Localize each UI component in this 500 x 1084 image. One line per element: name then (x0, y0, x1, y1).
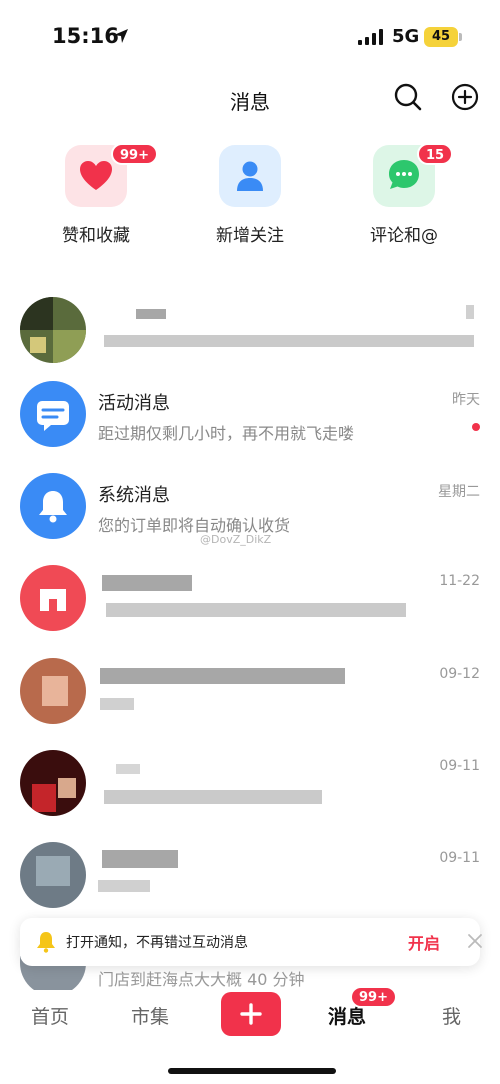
bell-icon (37, 932, 55, 953)
list-item[interactable]: 09-12 (0, 648, 500, 740)
page-title: 消息 (230, 90, 270, 114)
row-time: 昨天 (452, 392, 480, 408)
avatar (20, 750, 86, 816)
network-type: 5G (392, 26, 420, 47)
new-followers-button[interactable]: 新增关注 (185, 143, 315, 253)
redacted-subtitle (106, 603, 406, 617)
row-subtitle: 距过期仅剩几小时，再不用就飞走喽 (98, 424, 355, 443)
tab-market[interactable]: 市集 (131, 1002, 169, 1029)
search-icon[interactable] (393, 82, 423, 112)
avatar (20, 658, 86, 724)
row-title: 系统消息 (98, 485, 170, 506)
plus-icon (240, 1003, 262, 1025)
row-subtitle: 门店到赶海点大大概 40 分钟 (98, 970, 305, 989)
activity-message-icon (20, 381, 86, 447)
comments-and-mentions-button[interactable]: 15 评论和@ (339, 143, 469, 253)
list-item[interactable]: 09-11 (0, 832, 500, 924)
row-time: 09-11 (439, 850, 480, 866)
redacted-subtitle (104, 335, 474, 347)
status-bar: 15:16 5G 45 (0, 0, 500, 70)
redacted-mark (466, 305, 474, 319)
notification-prompt-text: 打开通知，不再错过互动消息 (66, 935, 248, 951)
location-arrow-icon (114, 29, 128, 43)
avatar (20, 842, 86, 908)
person-icon (219, 145, 281, 207)
redacted-title (102, 850, 178, 868)
redacted-title (136, 309, 166, 319)
redacted-title (116, 764, 140, 774)
row-time: 09-11 (439, 758, 480, 774)
signal-icon (358, 29, 383, 45)
close-icon[interactable] (467, 933, 483, 949)
redacted-subtitle (104, 790, 322, 804)
store-icon (20, 565, 86, 631)
list-item-activity[interactable]: 活动消息 距过期仅剩几小时，再不用就飞走喽 昨天 (0, 371, 500, 463)
row-time: 星期二 (438, 484, 480, 500)
page-header: 消息 (0, 76, 500, 120)
battery-tip (459, 33, 462, 41)
likes-badge: 99+ (111, 143, 158, 165)
redacted-title (100, 668, 345, 684)
row-time: 11-22 (439, 573, 480, 589)
bell-icon (20, 473, 86, 539)
list-item[interactable] (0, 287, 500, 379)
likes-label: 赞和收藏 (62, 226, 130, 246)
redacted-title (102, 575, 192, 591)
tab-me[interactable]: 我 (442, 1002, 461, 1029)
publish-button[interactable] (221, 992, 281, 1036)
avatar (20, 297, 86, 363)
list-item[interactable]: 09-11 (0, 740, 500, 832)
enable-notifications-button[interactable]: 开启 (408, 930, 440, 954)
row-title: 活动消息 (98, 393, 170, 414)
notification-prompt: 打开通知，不再错过互动消息 开启 (20, 918, 483, 966)
list-item[interactable]: 11-22 (0, 555, 500, 647)
comments-label: 评论和@ (370, 226, 438, 246)
add-circle-icon[interactable] (450, 82, 480, 112)
watermark: @DovZ_DikZ (200, 533, 272, 546)
battery-icon: 45 (424, 27, 458, 47)
redacted-subtitle (100, 698, 134, 710)
likes-and-favorites-button[interactable]: 99+ 赞和收藏 (31, 143, 161, 253)
status-time: 15:16 (52, 24, 119, 48)
unread-dot (472, 423, 480, 431)
messages-tab-badge: 99+ (350, 986, 397, 1008)
home-indicator (168, 1068, 336, 1074)
redacted-subtitle (98, 880, 150, 892)
followers-label: 新增关注 (216, 226, 284, 246)
row-time: 09-12 (439, 666, 480, 682)
tab-home[interactable]: 首页 (31, 1002, 69, 1029)
comments-badge: 15 (417, 143, 454, 165)
